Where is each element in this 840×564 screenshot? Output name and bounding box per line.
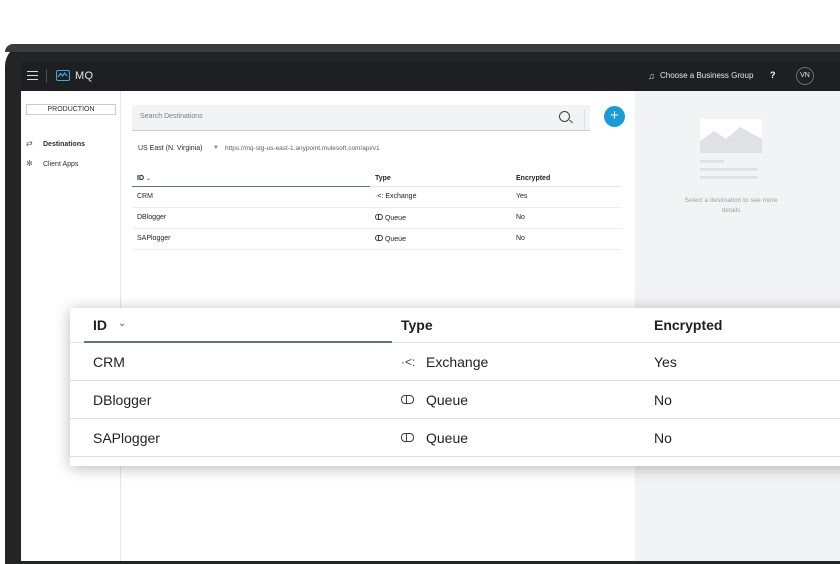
placeholder-line (700, 160, 724, 163)
zoom-column-header-id[interactable]: ID (93, 317, 107, 333)
search-bar[interactable]: Search Destinations (132, 105, 590, 131)
row-encrypted: No (516, 235, 525, 242)
row-encrypted: No (516, 214, 525, 221)
placeholder-line (700, 168, 758, 171)
hamburger-menu-icon[interactable] (27, 71, 38, 80)
zoom-row-encrypted: No (654, 392, 672, 408)
sidebar-item-label: Client Apps (43, 160, 79, 168)
user-avatar[interactable]: VN (796, 67, 814, 85)
row-type: Queue (375, 214, 406, 222)
column-header-type[interactable]: Type (375, 175, 391, 182)
sort-chevron-icon[interactable]: ⌄ (118, 318, 126, 329)
zoomed-table-callout: ID ⌄ Type Encrypted CRM ·<: Exchange Yes… (70, 308, 840, 466)
zoom-table-row[interactable]: CRM ·<: Exchange Yes (70, 343, 840, 381)
mq-logo-icon (56, 70, 70, 81)
chevron-down-icon[interactable]: ▼ (213, 145, 219, 151)
exchange-icon: ·<: (401, 355, 416, 369)
zoom-row-encrypted: Yes (654, 354, 677, 370)
client-apps-icon: ✻ (26, 159, 33, 168)
add-destination-button[interactable]: + (604, 106, 625, 127)
business-group-icon[interactable]: ♫ (648, 71, 655, 81)
region-selector[interactable]: US East (N. Virginia) (138, 145, 202, 152)
laptop-edge (5, 44, 840, 52)
zoom-row-id: CRM (93, 354, 125, 370)
zoom-table-row[interactable]: DBlogger Queue No (70, 381, 840, 419)
top-navbar: MQ ♫ Choose a Business Group ? VN (21, 61, 840, 91)
search-divider (584, 109, 585, 129)
zoom-table-header: ID ⌄ Type Encrypted (70, 308, 840, 343)
sidebar-item-client-apps[interactable]: ✻ Client Apps (26, 158, 78, 170)
zoom-row-id: SAPlogger (93, 430, 160, 446)
queue-icon (375, 235, 383, 241)
zoom-row-type: Queue (426, 392, 469, 408)
environment-selector[interactable]: PRODUCTION (26, 104, 116, 115)
table-row[interactable]: SAPlogger Queue No (132, 229, 622, 250)
zoom-column-header-type[interactable]: Type (401, 317, 433, 333)
placeholder-line (700, 176, 758, 179)
business-group-selector[interactable]: Choose a Business Group (660, 71, 753, 80)
laptop-frame: MQ ♫ Choose a Business Group ? VN PRODUC… (5, 44, 840, 564)
navbar-divider (46, 69, 47, 83)
row-id: SAPlogger (137, 235, 171, 242)
zoom-row-id: DBlogger (93, 392, 152, 408)
sidebar-item-label: Destinations (43, 140, 86, 148)
details-empty-message: Select a destination to see more details (684, 197, 778, 214)
row-id: CRM (137, 193, 153, 200)
help-button[interactable]: ? (770, 70, 776, 80)
search-input[interactable]: Search Destinations (140, 113, 203, 120)
row-type: ·<: Exchange (375, 193, 417, 200)
row-id: DBlogger (137, 214, 167, 221)
queue-icon (375, 214, 383, 220)
row-encrypted: Yes (516, 193, 528, 200)
exchange-icon: ·<: (375, 193, 384, 200)
sidebar-item-destinations[interactable]: ⇄ Destinations (26, 138, 85, 150)
table-row[interactable]: DBlogger Queue No (132, 208, 622, 229)
destinations-icon: ⇄ (26, 139, 33, 148)
zoom-column-header-encrypted[interactable]: Encrypted (654, 317, 722, 333)
zoom-row-type: Exchange (426, 354, 489, 370)
region-url: https://mq-stg-us-east-1.anypoint.muleso… (225, 145, 380, 152)
zoom-table-row[interactable]: SAPlogger Queue No (70, 419, 840, 457)
column-header-id[interactable]: ID ⌄ (137, 175, 151, 182)
queue-icon (401, 393, 414, 407)
table-header: ID ⌄ Type Encrypted (132, 171, 622, 187)
sort-chevron-icon[interactable]: ⌄ (146, 176, 151, 182)
queue-icon (401, 431, 414, 445)
destinations-table: ID ⌄ Type Encrypted CRM ·<: Exchange Yes… (132, 171, 622, 250)
table-row[interactable]: CRM ·<: Exchange Yes (132, 187, 622, 208)
zoom-row-type: Queue (426, 430, 469, 446)
column-header-encrypted[interactable]: Encrypted (516, 175, 550, 182)
zoom-row-encrypted: No (654, 430, 672, 446)
placeholder-chart-icon (700, 119, 762, 153)
search-icon[interactable] (559, 111, 570, 122)
row-type: Queue (375, 235, 406, 243)
app-name: MQ (75, 70, 94, 82)
